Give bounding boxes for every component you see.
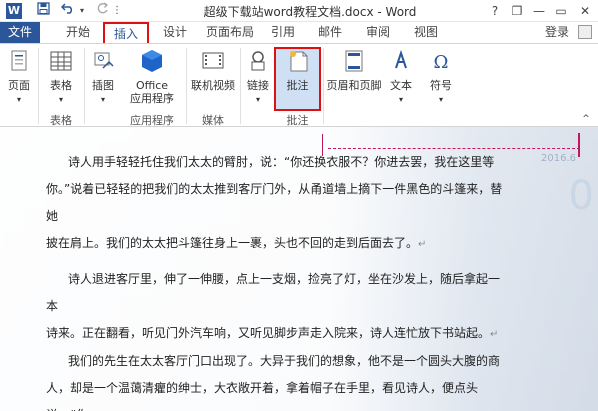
- collapse-ribbon-icon[interactable]: ^: [578, 114, 594, 124]
- text-line: 我们的先生在太太客厅门口出现了。大异于我们的想象，他不是一个圆头大腹的商: [68, 354, 501, 368]
- tab-file[interactable]: 文件: [0, 22, 40, 43]
- tab-references[interactable]: 引用: [264, 22, 302, 43]
- divider: [323, 48, 324, 124]
- office-apps-button[interactable]: Office 应用程序: [124, 48, 180, 105]
- redo-icon[interactable]: [94, 2, 110, 20]
- chevron-down-icon: ▾: [58, 95, 63, 104]
- office-store-icon: [142, 50, 162, 72]
- minimize-button[interactable]: —: [528, 1, 550, 21]
- chevron-down-icon: ▾: [398, 95, 403, 104]
- header-footer-label: 页眉和页脚: [326, 79, 382, 92]
- help-button[interactable]: ?: [484, 1, 506, 21]
- comment-connector: [328, 148, 580, 149]
- page-button[interactable]: 页面 ▾: [4, 48, 34, 105]
- background-digit: 0: [568, 173, 594, 219]
- header-footer-button[interactable]: 页眉和页脚: [326, 48, 382, 92]
- document-area[interactable]: 2016.6 0 诗人用手轻轻托住我们太太的臂肘，说：“你还换衣服不？你进去罢，…: [0, 127, 598, 411]
- table-icon: [50, 51, 72, 71]
- illustrations-button[interactable]: 插图 ▾: [88, 48, 118, 105]
- word-app-icon: W: [6, 3, 22, 19]
- comment-icon: [289, 51, 307, 72]
- text-line: 诗来。正在翻看，听见门外汽车响，又听见脚步声走入院来，诗人连忙放下书站起。↵: [46, 326, 499, 340]
- page-label: 页面: [8, 79, 30, 92]
- window-title: 超级下载站word教程文档.docx - Word: [203, 5, 417, 19]
- save-icon[interactable]: [34, 2, 52, 20]
- chevron-down-icon: ▾: [438, 95, 443, 104]
- group-label-table: 表格: [50, 114, 72, 127]
- background-date: 2016.6: [541, 153, 576, 164]
- ribbon-insert: 页面 ▾ 表格 ▾ 插图 ▾ Office 应用程序 应用程序 表格 联机视频 …: [0, 43, 598, 127]
- page-icon: [11, 50, 27, 71]
- text-line: 人，却是一个温蔼清癯的绅士，大衣敞开着，拿着帽子在手里，看见诗人，便点头说：“你: [46, 381, 479, 411]
- video-icon: [202, 52, 224, 69]
- table-label: 表格: [50, 79, 72, 92]
- chevron-down-icon: ▾: [100, 95, 105, 104]
- group-label-apps: 应用程序: [130, 114, 174, 127]
- illustrations-icon: [94, 52, 114, 69]
- tab-home[interactable]: 开始: [60, 22, 96, 43]
- ribbon-tabs: 文件 开始 插入 设计 页面布局 引用 邮件 审阅 视图 登录: [0, 22, 598, 43]
- user-avatar-icon[interactable]: [578, 25, 592, 39]
- ribbon-display-button[interactable]: ❐: [506, 1, 528, 21]
- online-video-label: 联机视频: [191, 79, 235, 92]
- tab-mailings[interactable]: 邮件: [310, 22, 350, 43]
- tab-review[interactable]: 审阅: [358, 22, 398, 43]
- chevron-down-icon: ▾: [255, 95, 260, 104]
- login-link[interactable]: 登录: [540, 22, 574, 43]
- paragraph-2: 诗人退进客厅里，伸了一伸腰，点上一支烟，捡亮了灯，坐在沙发上，随后拿起一本 诗来…: [46, 266, 506, 348]
- text-box-icon: [395, 49, 407, 69]
- title-bar: W ▾ ⋮ 超级下载站word教程文档.docx - Word ? ❐ — ▭ …: [0, 0, 598, 22]
- symbols-button[interactable]: Ω 符号 ▾: [424, 48, 458, 105]
- links-button[interactable]: 链接 ▾: [244, 48, 272, 105]
- comment-label: 批注: [286, 79, 309, 92]
- table-button[interactable]: 表格 ▾: [44, 48, 78, 105]
- customize-qat-icon[interactable]: ⋮: [110, 2, 124, 20]
- header-footer-icon: [345, 50, 363, 72]
- undo-dropdown-icon[interactable]: ▾: [77, 2, 87, 20]
- text-line: 诗人用手轻轻托住我们太太的臂肘，说：“你还换衣服不？你进去罢，我在这里等: [68, 155, 495, 169]
- maximize-button[interactable]: ▭: [550, 1, 572, 21]
- undo-icon[interactable]: [60, 2, 76, 20]
- tab-design[interactable]: 设计: [155, 22, 195, 43]
- link-icon: [251, 51, 265, 71]
- group-label-comments: 批注: [286, 114, 309, 127]
- chevron-down-icon: ▾: [16, 95, 21, 104]
- paragraph-1: 诗人用手轻轻托住我们太太的臂肘，说：“你还换衣服不？你进去罢，我在这里等 你。”…: [46, 149, 506, 258]
- tab-page-layout[interactable]: 页面布局: [202, 22, 258, 43]
- text-button[interactable]: 文本 ▾: [384, 48, 418, 105]
- new-comment-button[interactable]: 批注: [276, 48, 319, 92]
- office-apps-label-1: Office: [135, 79, 169, 92]
- text-line: 披在肩上。我们的太太把斗篷往身上一裹，头也不回的走到后面去了。↵: [46, 236, 427, 250]
- group-label-media: 媒体: [202, 114, 224, 127]
- text-line: 诗人退进客厅里，伸了一伸腰，点上一支烟，捡亮了灯，坐在沙发上，随后拿起一本: [46, 272, 501, 313]
- tab-view[interactable]: 视图: [406, 22, 446, 43]
- divider: [84, 48, 85, 124]
- svg-text:Ω: Ω: [434, 52, 449, 73]
- illustrations-label: 插图: [92, 79, 114, 92]
- office-apps-label-2: 应用程序: [130, 92, 174, 105]
- links-label: 链接: [247, 79, 269, 92]
- comment-marker[interactable]: [578, 133, 580, 157]
- online-video-button[interactable]: 联机视频: [190, 48, 236, 92]
- divider: [38, 48, 39, 124]
- paragraph-3: 我们的先生在太太客厅门口出现了。大异于我们的想象，他不是一个圆头大腹的商 人，却…: [46, 348, 506, 411]
- divider: [186, 48, 187, 124]
- text-label: 文本: [390, 79, 412, 92]
- divider: [240, 48, 241, 124]
- symbols-label: 符号: [430, 79, 452, 92]
- tab-insert[interactable]: 插入: [103, 22, 149, 43]
- omega-icon: Ω: [434, 52, 449, 73]
- comment-anchor[interactable]: [322, 134, 330, 156]
- text-line: 你。”说着已轻轻的把我们的太太推到客厅门外，从甬道墙上摘下一件黑色的斗篷来，替她: [46, 182, 503, 223]
- close-button[interactable]: ✕: [574, 1, 596, 21]
